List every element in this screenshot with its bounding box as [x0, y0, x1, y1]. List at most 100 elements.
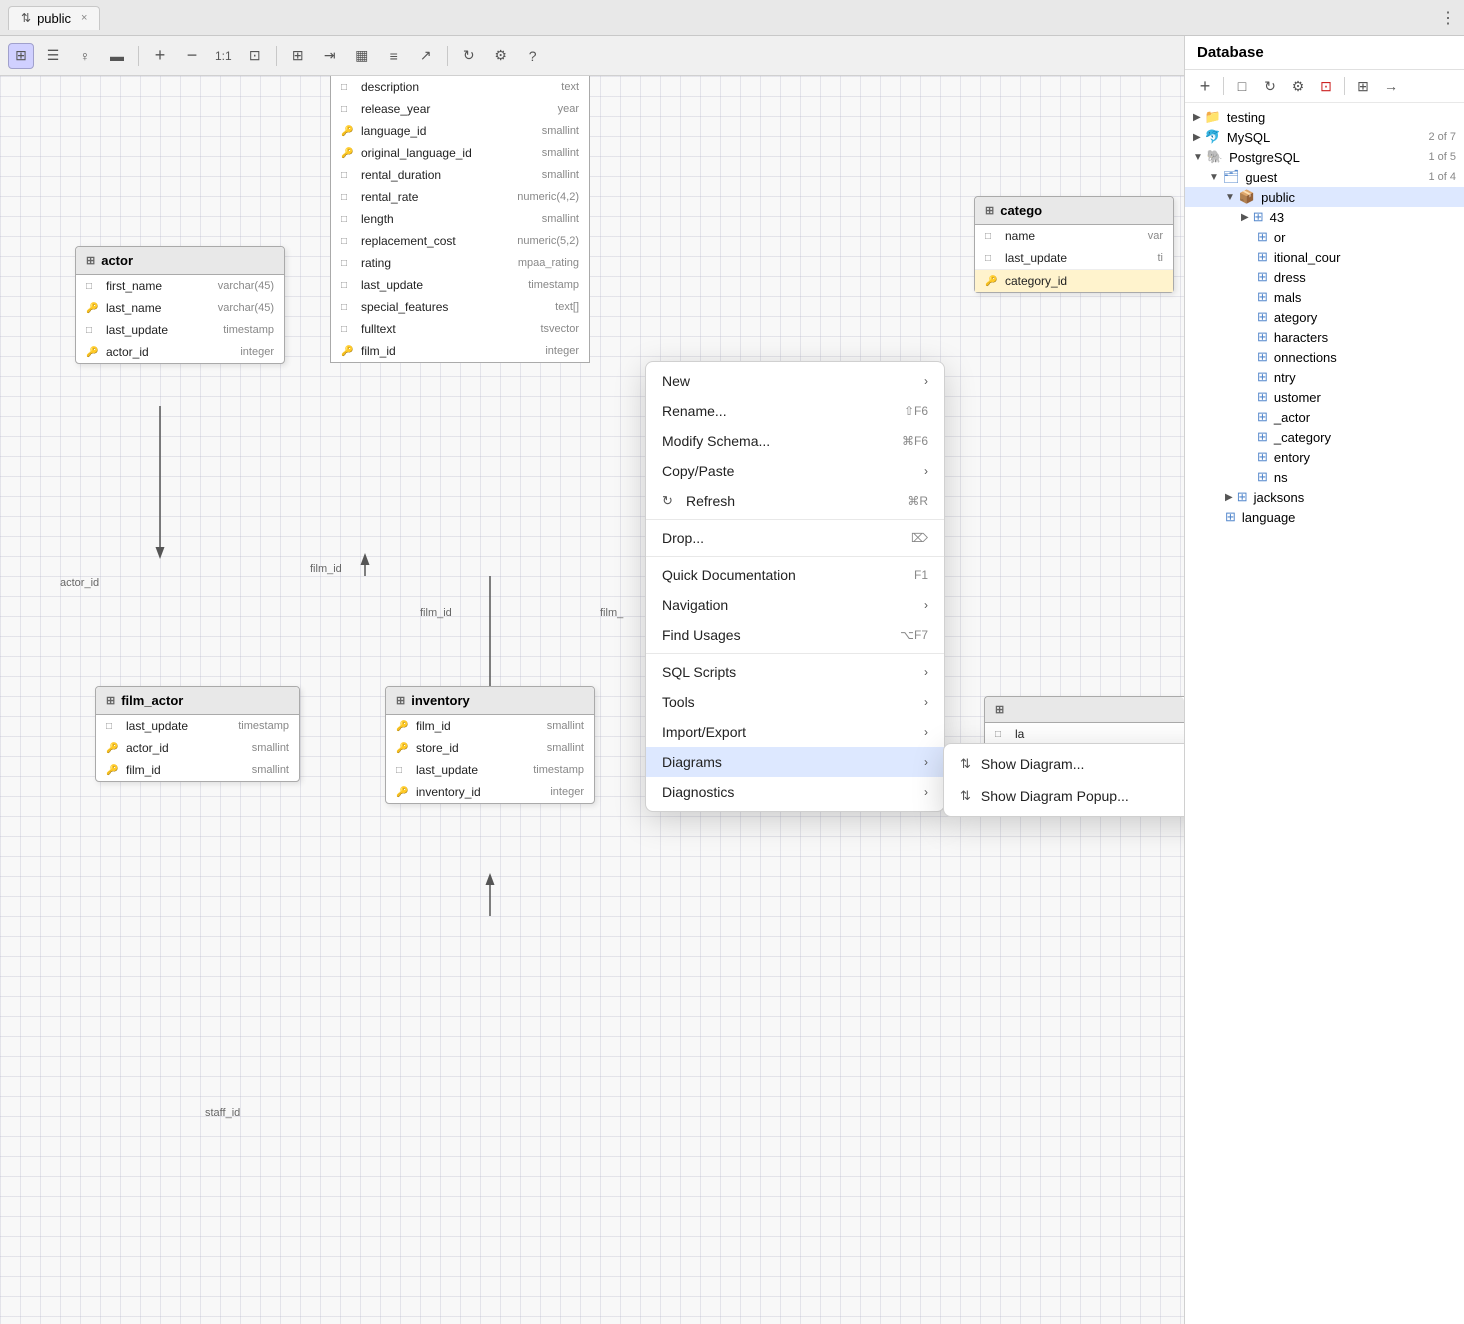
db-refresh-btn[interactable]: ↻	[1258, 74, 1282, 98]
inventory-icon-last-update: □	[396, 763, 410, 778]
tree-public-icon: 📦	[1239, 189, 1255, 205]
toolbar-arrow-btn[interactable]: ⇥	[317, 43, 343, 69]
db-add-btn[interactable]: +	[1193, 74, 1217, 98]
tree-public[interactable]: ▼ 📦 public	[1185, 187, 1464, 207]
sub-show-diagram-popup[interactable]: ⇅ Show Diagram Popup... ⌥⌘U	[944, 780, 1184, 812]
ctx-drop[interactable]: Drop... ⌦	[646, 523, 944, 553]
tree-table-category[interactable]: ⊞ _category	[1185, 427, 1464, 447]
tree-jacksons-expand[interactable]: ▶	[1225, 492, 1233, 503]
tree-mysql-expand[interactable]: ▶	[1193, 132, 1201, 143]
ctx-new-label: New	[662, 373, 690, 389]
tree-table-entory[interactable]: ⊞ entory	[1185, 447, 1464, 467]
toolbar-settings-btn[interactable]: ⚙	[488, 43, 514, 69]
toolbar-listview-btn[interactable]: ≡	[381, 43, 407, 69]
ctx-diagnostics[interactable]: Diagnostics ›	[646, 777, 944, 807]
tree-table-43[interactable]: ▶ ⊞ 43	[1185, 207, 1464, 227]
inventory-table-icon: ⊞	[396, 694, 405, 707]
tree-pg-expand[interactable]: ▼	[1193, 152, 1203, 163]
ctx-quick-doc[interactable]: Quick Documentation F1	[646, 560, 944, 590]
category-icon-category-id: 🔑	[985, 274, 999, 289]
db-sql-btn[interactable]: □	[1230, 74, 1254, 98]
tree-language[interactable]: ⊞ language	[1185, 507, 1464, 527]
ctx-rename[interactable]: Rename... ⇧F6	[646, 396, 944, 426]
inventory-table-header: ⊞ inventory	[386, 687, 594, 715]
tree-table-or[interactable]: ⊞ or	[1185, 227, 1464, 247]
ctx-tools[interactable]: Tools ›	[646, 687, 944, 717]
tree-table-haracters[interactable]: ⊞ haracters	[1185, 327, 1464, 347]
tree-guest-label: guest	[1245, 170, 1422, 185]
toolbar-add-btn[interactable]: +	[147, 43, 173, 69]
tab-more-button[interactable]: ⋮	[1440, 8, 1456, 28]
ctx-modify-schema[interactable]: Modify Schema... ⌘F6	[646, 426, 944, 456]
db-expand-btn[interactable]: →	[1379, 74, 1403, 98]
ctx-diagrams[interactable]: Diagrams › ⇅ Show Diagram... ⌥⇧⌘U ⇅ S	[646, 747, 944, 777]
tree-table-mals-icon: ⊞	[1257, 289, 1268, 305]
tree-mysql[interactable]: ▶ 🐬 MySQL 2 of 7	[1185, 127, 1464, 147]
field-icon-film-last-update: □	[341, 278, 355, 293]
film-field-release-year: □ release_year year	[331, 98, 589, 120]
tree-table-actor[interactable]: ⊞ _actor	[1185, 407, 1464, 427]
inventory-field-inventory-id: 🔑 inventory_id integer	[386, 781, 594, 803]
tree-table-onnections[interactable]: ⊞ onnections	[1185, 347, 1464, 367]
film-table-partial: □ description text □ release_year year 🔑…	[330, 76, 590, 363]
category-field-category-id: 🔑 category_id	[975, 269, 1173, 292]
ctx-import-export[interactable]: Import/Export ›	[646, 717, 944, 747]
tree-table-mals[interactable]: ⊞ mals	[1185, 287, 1464, 307]
toolbar-help-btn[interactable]: ?	[520, 43, 546, 69]
tree-table-43-expand[interactable]: ▶	[1241, 212, 1249, 223]
svg-text:film_: film_	[600, 607, 624, 619]
toolbar-fit-btn[interactable]: ⊡	[242, 43, 268, 69]
tree-table-dress[interactable]: ⊞ dress	[1185, 267, 1464, 287]
diagram-toolbar: ⊞ ☰ ♀ ▬ + − 1:1 ⊡ ⊞ ⇥ ▦ ≡ ↗ ↻ ⚙ ?	[0, 36, 1184, 76]
ctx-new[interactable]: New ›	[646, 366, 944, 396]
toolbar-select-btn[interactable]: ⊞	[8, 43, 34, 69]
ctx-copy-paste[interactable]: Copy/Paste ›	[646, 456, 944, 486]
tree-guest[interactable]: ▼ 🗂 guest 1 of 4	[1185, 167, 1464, 187]
ctx-refresh-shortcut: ⌘R	[883, 494, 928, 508]
tree-table-ntry[interactable]: ⊞ ntry	[1185, 367, 1464, 387]
ctx-find-usages[interactable]: Find Usages ⌥F7	[646, 620, 944, 650]
tree-postgresql[interactable]: ▼ 🐘 PostgreSQL 1 of 5	[1185, 147, 1464, 167]
category-table-header: ⊞ catego	[975, 197, 1173, 225]
toolbar-remove-btn[interactable]: −	[179, 43, 205, 69]
toolbar-comment-btn[interactable]: ▬	[104, 43, 130, 69]
actor-field-first-name: □ first_name varchar(45)	[76, 275, 284, 297]
actor-icon-last-update: □	[86, 323, 100, 338]
toolbar-hand-btn[interactable]: ☰	[40, 43, 66, 69]
db-active-btn[interactable]: ⊡	[1314, 74, 1338, 98]
category-table-icon: ⊞	[985, 204, 994, 217]
toolbar-export-btn[interactable]: ↗	[413, 43, 439, 69]
film-field-film-id: 🔑 film_id integer	[331, 340, 589, 362]
tree-table-ustomer[interactable]: ⊞ ustomer	[1185, 387, 1464, 407]
db-canvas[interactable]: actor_id film_id film_id film_ staff_id	[0, 76, 1184, 1324]
field-icon-rental-rate: □	[341, 190, 355, 205]
ctx-refresh[interactable]: ↻ Refresh ⌘R	[646, 486, 944, 516]
toolbar-tableview-btn[interactable]: ▦	[349, 43, 375, 69]
tree-table-itional[interactable]: ⊞ itional_cour	[1185, 247, 1464, 267]
film-field-rental-duration: □ rental_duration smallint	[331, 164, 589, 186]
toolbar-layout-btn[interactable]: ⊞	[285, 43, 311, 69]
tree-table-ns[interactable]: ⊞ ns	[1185, 467, 1464, 487]
film-actor-field-actor-id: 🔑 actor_id smallint	[96, 737, 299, 759]
sub-show-diagram[interactable]: ⇅ Show Diagram... ⌥⇧⌘U	[944, 748, 1184, 780]
tree-jacksons[interactable]: ▶ ⊞ jacksons	[1185, 487, 1464, 507]
public-tab[interactable]: ⇅ public ×	[8, 6, 100, 30]
tab-close-button[interactable]: ×	[81, 12, 87, 24]
tree-public-expand[interactable]: ▼	[1225, 192, 1235, 203]
field-icon-special-features: □	[341, 300, 355, 315]
tree-table-ategory[interactable]: ⊞ ategory	[1185, 307, 1464, 327]
db-table-btn[interactable]: ⊞	[1351, 74, 1375, 98]
tree-table-43-icon: ⊞	[1253, 209, 1264, 225]
toolbar-refresh-btn[interactable]: ↻	[456, 43, 482, 69]
ctx-navigation[interactable]: Navigation ›	[646, 590, 944, 620]
tree-table-category-icon: ⊞	[1257, 429, 1268, 445]
toolbar-separator-1	[138, 46, 139, 66]
field-icon-release-year: □	[341, 102, 355, 117]
ctx-sql-scripts[interactable]: SQL Scripts ›	[646, 657, 944, 687]
tree-guest-expand[interactable]: ▼	[1209, 172, 1219, 183]
tree-testing[interactable]: ▶ 📁 testing	[1185, 107, 1464, 127]
toolbar-pin-btn[interactable]: ♀	[72, 43, 98, 69]
tree-testing-expand[interactable]: ▶	[1193, 112, 1201, 123]
db-settings-btn[interactable]: ⚙	[1286, 74, 1310, 98]
inventory-field-film-id: 🔑 film_id smallint	[386, 715, 594, 737]
